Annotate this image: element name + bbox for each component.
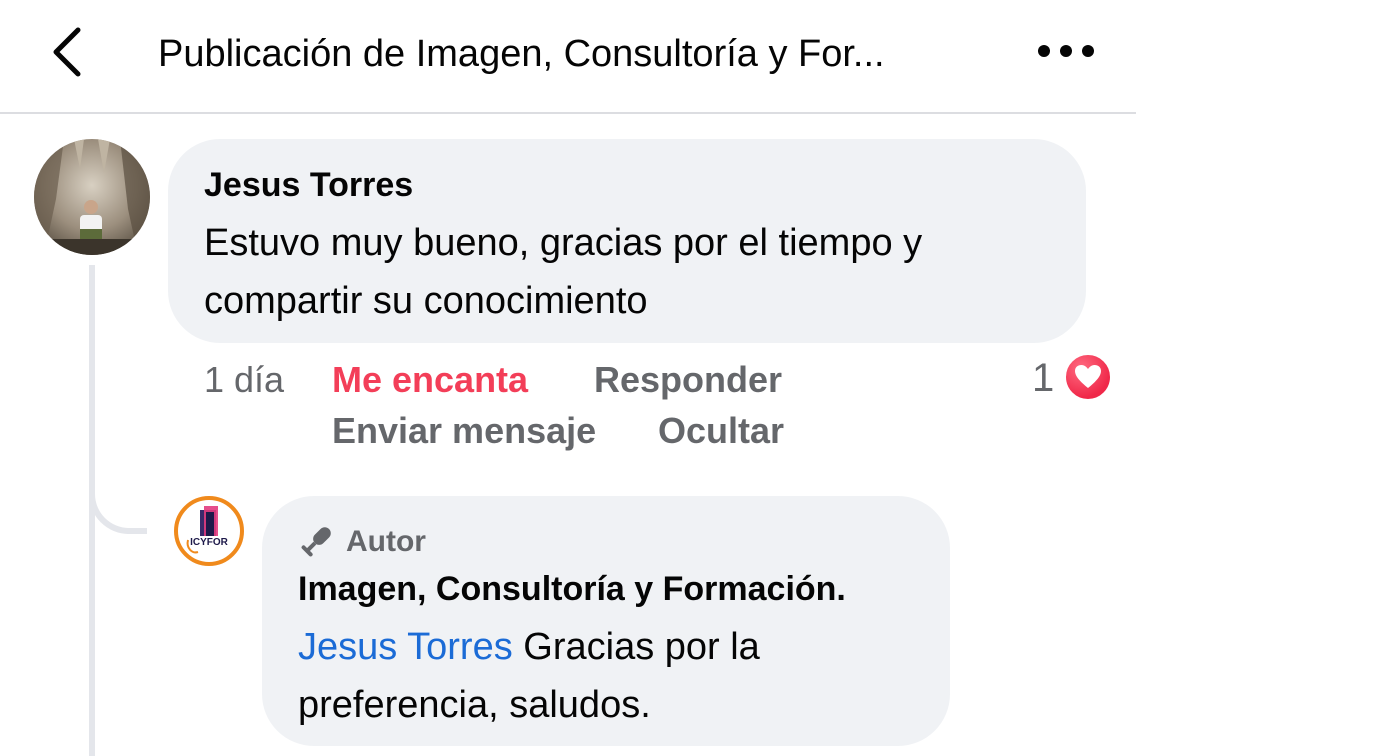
- microphone-icon: [298, 522, 336, 560]
- header-bar: Publicación de Imagen, Consultoría y For…: [0, 0, 1136, 114]
- logo-text: ICYFOR: [190, 537, 229, 548]
- love-reaction-button[interactable]: Me encanta: [332, 358, 528, 402]
- heart-icon[interactable]: [1064, 353, 1112, 401]
- more-options-button[interactable]: [1034, 34, 1098, 70]
- reply-button[interactable]: Responder: [594, 358, 782, 402]
- page-title: Publicación de Imagen, Consultoría y For…: [158, 33, 885, 75]
- comment-author[interactable]: Jesus Torres: [204, 164, 413, 206]
- mention-link[interactable]: Jesus Torres: [298, 626, 513, 668]
- avatar[interactable]: [34, 139, 150, 255]
- author-badge-label: Autor: [346, 525, 426, 558]
- reply-text: Jesus Torres Gracias por la preferencia,…: [298, 618, 918, 734]
- send-message-button[interactable]: Enviar mensaje: [332, 409, 596, 453]
- reaction-count[interactable]: 1: [1032, 354, 1054, 402]
- page-logo-avatar[interactable]: ICYFOR: [174, 496, 244, 566]
- comment-text: Estuvo muy bueno, gracias por el tiempo …: [204, 222, 923, 322]
- reply-author[interactable]: Imagen, Consultoría y Formación.: [298, 568, 846, 610]
- comment-timestamp[interactable]: 1 día: [204, 358, 284, 402]
- comments-screen: Publicación de Imagen, Consultoría y For…: [0, 0, 1136, 756]
- thread-branch: [89, 470, 147, 534]
- back-button[interactable]: [44, 24, 92, 80]
- more-horizontal-icon: [1038, 45, 1094, 57]
- chevron-left-icon: [53, 27, 81, 77]
- hide-button[interactable]: Ocultar: [658, 409, 784, 453]
